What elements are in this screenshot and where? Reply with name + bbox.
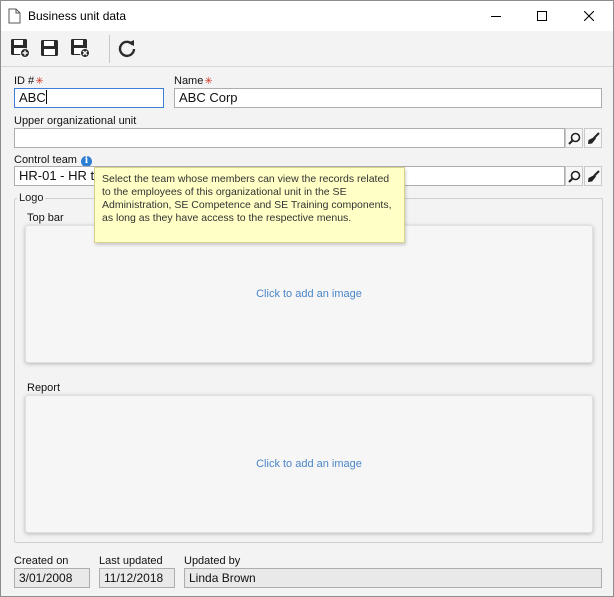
upper-unit-input[interactable] xyxy=(14,128,565,148)
document-icon xyxy=(8,8,21,24)
close-icon xyxy=(584,11,594,21)
report-add-image-link[interactable]: Click to add an image xyxy=(256,458,362,470)
last-updated-label: Last updated xyxy=(99,555,163,567)
save-and-new-icon xyxy=(11,39,30,58)
top-bar-label: Top bar xyxy=(27,212,64,224)
created-on-field: 3/01/2008 xyxy=(14,568,90,588)
save-and-close-icon xyxy=(71,39,90,58)
id-label: ID #✳ xyxy=(14,75,44,87)
upper-unit-clear-button[interactable] xyxy=(584,128,602,148)
title-bar: Business unit data xyxy=(1,1,613,31)
minimize-button[interactable] xyxy=(473,1,519,31)
maximize-button[interactable] xyxy=(519,1,565,31)
control-team-search-button[interactable] xyxy=(565,166,583,186)
top-bar-image-dropzone[interactable]: Click to add an image xyxy=(25,225,593,363)
maximize-icon xyxy=(537,11,547,21)
updated-by-label: Updated by xyxy=(184,555,241,567)
created-on-label: Created on xyxy=(14,555,69,567)
magnifier-icon xyxy=(567,170,580,183)
close-button[interactable] xyxy=(566,1,612,31)
magnifier-icon xyxy=(567,132,580,145)
upper-unit-search-button[interactable] xyxy=(565,128,583,148)
toolbar xyxy=(1,31,613,67)
eraser-brush-icon xyxy=(587,169,600,182)
minimize-icon xyxy=(491,16,501,17)
required-icon: ✳ xyxy=(204,76,213,87)
window-title: Business unit data xyxy=(28,9,127,23)
control-team-clear-button[interactable] xyxy=(584,166,602,186)
last-updated-field: 11/12/2018 xyxy=(99,568,175,588)
id-input[interactable]: ABC xyxy=(14,88,164,108)
report-image-dropzone[interactable]: Click to add an image xyxy=(25,395,593,533)
save-and-new-button[interactable] xyxy=(7,35,33,61)
toolbar-separator xyxy=(109,35,110,63)
business-unit-window: Business unit data ID #✳ ABC Name✳ ABC C… xyxy=(0,0,614,597)
save-button[interactable] xyxy=(37,35,63,61)
eraser-brush-icon xyxy=(587,131,600,144)
upper-unit-label: Upper organizational unit xyxy=(14,115,137,127)
control-team-tooltip: Select the team whose members can view t… xyxy=(94,167,405,243)
updated-by-field: Linda Brown xyxy=(184,568,602,588)
refresh-icon xyxy=(118,40,136,58)
report-label: Report xyxy=(27,382,61,394)
name-input[interactable]: ABC Corp xyxy=(174,88,602,108)
top-bar-add-image-link[interactable]: Click to add an image xyxy=(256,288,362,300)
save-and-close-button[interactable] xyxy=(67,35,93,61)
name-label: Name✳ xyxy=(174,75,213,87)
refresh-button[interactable] xyxy=(114,35,140,61)
required-icon: ✳ xyxy=(35,76,44,87)
save-icon xyxy=(41,40,58,56)
logo-group-label: Logo xyxy=(17,192,46,204)
